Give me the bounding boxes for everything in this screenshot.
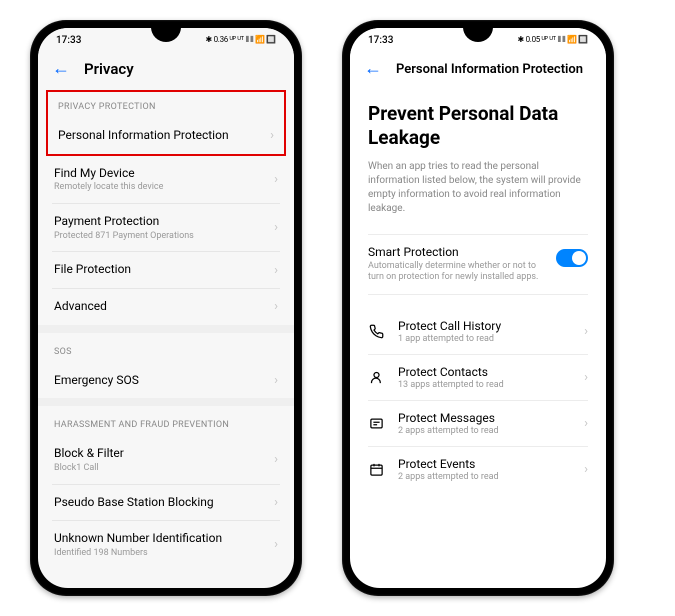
row-advanced[interactable]: Advanced › — [38, 289, 294, 325]
row-title: Emergency SOS — [54, 373, 274, 389]
header-title: Privacy — [84, 60, 134, 78]
back-icon[interactable]: ← — [52, 60, 70, 78]
row-pseudo-base[interactable]: Pseudo Base Station Blocking › — [38, 485, 294, 521]
person-icon — [368, 369, 384, 385]
section-header-sos: SOS — [38, 333, 294, 363]
chevron-right-icon: › — [584, 416, 588, 431]
smart-protection-toggle[interactable] — [556, 249, 588, 267]
page-description: When an app tries to read the personal i… — [350, 160, 606, 234]
chevron-right-icon: › — [274, 495, 278, 510]
protect-title: Protect Events — [398, 457, 570, 471]
phone-right: 17:33 ✱ 0.05 ᵁᴾ ᵁᵀ ⫴ ⫴ 📶 🔲 ← Personal In… — [342, 20, 614, 596]
protect-sub: 1 app attempted to read — [398, 334, 570, 344]
chevron-right-icon: › — [584, 370, 588, 385]
row-title: File Protection — [54, 262, 274, 278]
row-emergency-sos[interactable]: Emergency SOS › — [38, 363, 294, 399]
smart-protection-title: Smart Protection — [368, 245, 546, 259]
chevron-right-icon: › — [274, 537, 278, 552]
header-title: Personal Information Protection — [396, 62, 583, 77]
row-unknown-number[interactable]: Unknown Number Identification Identified… — [38, 521, 294, 568]
row-find-my-device[interactable]: Find My Device Remotely locate this devi… — [38, 156, 294, 203]
section-divider — [38, 325, 294, 333]
section-header-harassment: HARASSMENT AND FRAUD PREVENTION — [38, 406, 294, 436]
calendar-icon — [368, 461, 384, 477]
phone-icon — [368, 323, 384, 339]
section-divider — [38, 398, 294, 406]
row-protect-contacts[interactable]: Protect Contacts 13 apps attempted to re… — [350, 355, 606, 400]
row-title: Payment Protection — [54, 214, 274, 230]
row-title: Unknown Number Identification — [54, 531, 274, 547]
row-sub: Identified 198 Numbers — [54, 548, 274, 559]
row-block-filter[interactable]: Block & Filter Block1 Call › — [38, 436, 294, 483]
message-icon — [368, 415, 384, 431]
section-header-privacy: PRIVACY PROTECTION — [48, 92, 284, 118]
row-sub: Block1 Call — [54, 463, 274, 474]
row-sub: Remotely locate this device — [54, 182, 274, 193]
phone-left-screen: 17:33 ✱ 0.36 ᵁᴾ ᵁᵀ ⫴ ⫴ 📶 🔲 ← Privacy PRI… — [38, 28, 294, 588]
row-sub: Protected 871 Payment Operations — [54, 231, 274, 242]
row-protect-events[interactable]: Protect Events 2 apps attempted to read … — [350, 447, 606, 492]
chevron-right-icon: › — [270, 128, 274, 143]
row-protect-call-history[interactable]: Protect Call History 1 app attempted to … — [350, 309, 606, 354]
status-indicators: ✱ 0.05 ᵁᴾ ᵁᵀ ⫴ ⫴ 📶 🔲 — [517, 35, 588, 45]
chevron-right-icon: › — [584, 462, 588, 477]
row-title: Block & Filter — [54, 446, 274, 462]
phone-left: 17:33 ✱ 0.36 ᵁᴾ ᵁᵀ ⫴ ⫴ 📶 🔲 ← Privacy PRI… — [30, 20, 302, 596]
status-time: 17:33 — [368, 35, 393, 46]
smart-protection-sub: Automatically determine whether or not t… — [368, 261, 546, 284]
highlight-box: PRIVACY PROTECTION Personal Information … — [46, 90, 286, 156]
chevron-right-icon: › — [274, 299, 278, 314]
row-protect-messages[interactable]: Protect Messages 2 apps attempted to rea… — [350, 401, 606, 446]
row-title: Find My Device — [54, 166, 274, 182]
back-icon[interactable]: ← — [364, 60, 382, 78]
chevron-right-icon: › — [274, 452, 278, 467]
row-title: Advanced — [54, 299, 274, 315]
chevron-right-icon: › — [274, 373, 278, 388]
chevron-right-icon: › — [274, 172, 278, 187]
row-smart-protection: Smart Protection Automatically determine… — [350, 235, 606, 294]
status-time: 17:33 — [56, 35, 81, 46]
protect-title: Protect Call History — [398, 319, 570, 333]
chevron-right-icon: › — [584, 324, 588, 339]
header: ← Personal Information Protection — [350, 52, 606, 90]
protect-title: Protect Contacts — [398, 365, 570, 379]
phone-right-screen: 17:33 ✱ 0.05 ᵁᴾ ᵁᵀ ⫴ ⫴ 📶 🔲 ← Personal In… — [350, 28, 606, 588]
chevron-right-icon: › — [274, 220, 278, 235]
protect-title: Protect Messages — [398, 411, 570, 425]
protect-sub: 2 apps attempted to read — [398, 426, 570, 436]
row-payment-protection[interactable]: Payment Protection Protected 871 Payment… — [38, 204, 294, 251]
row-file-protection[interactable]: File Protection › — [38, 252, 294, 288]
divider — [368, 294, 588, 295]
protect-sub: 13 apps attempted to read — [398, 380, 570, 390]
status-indicators: ✱ 0.36 ᵁᴾ ᵁᵀ ⫴ ⫴ 📶 🔲 — [205, 35, 276, 45]
row-title: Pseudo Base Station Blocking — [54, 495, 274, 511]
page-title: Prevent Personal Data Leakage — [350, 90, 606, 160]
header: ← Privacy — [38, 52, 294, 90]
content: PRIVACY PROTECTION Personal Information … — [38, 90, 294, 569]
protect-sub: 2 apps attempted to read — [398, 472, 570, 482]
chevron-right-icon: › — [274, 263, 278, 278]
row-personal-info-protection[interactable]: Personal Information Protection › — [48, 118, 284, 154]
row-title: Personal Information Protection — [58, 128, 270, 144]
